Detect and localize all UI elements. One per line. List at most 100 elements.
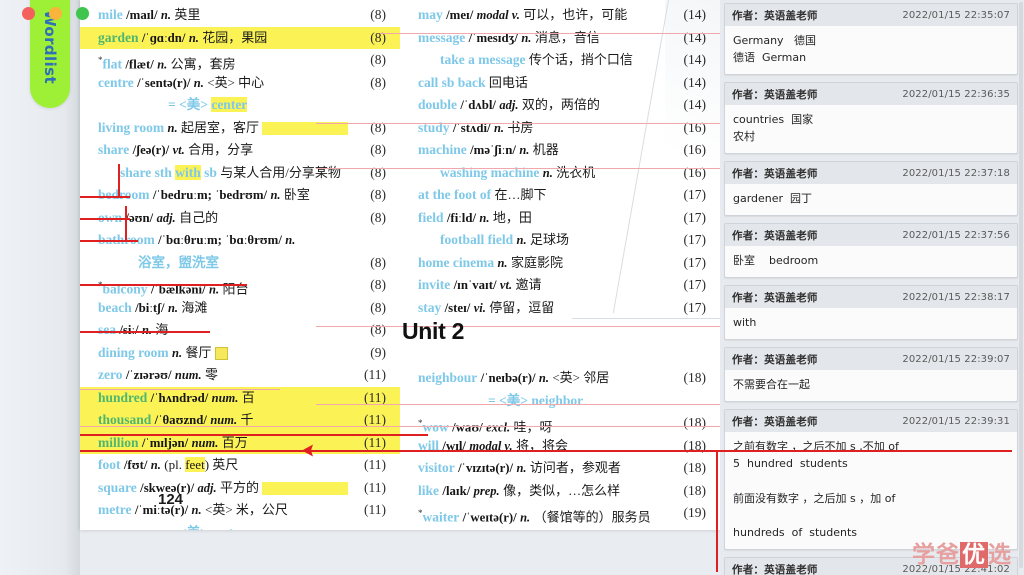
wordlist-entry[interactable]: foot /fʊt/ n. (pl. feet) 英尺 (11)	[80, 454, 400, 477]
entry-text: take a message 传个话，捎个口信	[440, 49, 633, 72]
comment-card[interactable]: 作者：英语盖老师 2022/01/15 22:36:35 countries 国家 …	[724, 82, 1018, 155]
close-button-icon[interactable]	[22, 7, 35, 20]
wordlist-entry[interactable]: dining room n. 餐厅 (9)	[80, 342, 400, 365]
comments-panel[interactable]: 作者：英语盖老师 2022/01/15 22:35:07 Germany 德国 德语…	[720, 0, 1024, 575]
wordlist-column-left: mile /maɪl/ n. 英里 (8) garden /ˈɡɑːdn/ n. 花…	[80, 0, 400, 530]
entry-text: sea /siː/ n. 海	[98, 319, 168, 342]
comment-body: 之前有数字 ，之后不加 s ,不加 of 5 hundred students …	[733, 440, 899, 539]
comments-panel-scrollbar[interactable]	[1019, 2, 1023, 568]
wordlist-entry[interactable]: zero /ˈzɪərəʊ/ num. 零 (11)	[80, 364, 400, 387]
entry-phonetic: /ˈmesɪdʒ/	[468, 30, 518, 45]
wordlist-entry[interactable]: take a message 传个话，捎个口信 (14)	[400, 49, 720, 72]
wordlist-entry[interactable]: study /ˈstʌdi/ n. 书房 (16)	[400, 117, 720, 140]
wordlist-entry[interactable]: message /ˈmesɪdʒ/ n. 消息，音信 (14)	[400, 27, 720, 50]
comment-card[interactable]: 作者：英语盖老师 2022/01/15 22:39:07 不需要合在一起	[724, 347, 1018, 403]
entry-page-ref: (11)	[364, 434, 386, 450]
wordlist-entry[interactable]: bathroom /ˈbɑːθruːm; ˈbɑːθrʊm/ n.	[80, 229, 400, 252]
comment-card[interactable]: 作者：英语盖老师 2022/01/15 22:38:17 with	[724, 285, 1018, 341]
wordlist-entry[interactable]: home cinema n. 家庭影院 (17)	[400, 252, 720, 275]
comment-card[interactable]: 作者：英语盖老师 2022/01/15 22:37:18 gardener 园丁	[724, 161, 1018, 217]
wordlist-entry[interactable]: football field n. 足球场 (17)	[400, 229, 720, 252]
wordlist-entry[interactable]: neighbour /ˈneɪbə(r)/ n. <英> 邻居 (18)	[400, 367, 720, 390]
wordlist-entry[interactable]: own /əʊn/ adj. 自己的 (8)	[80, 207, 400, 230]
wordlist-entry[interactable]: beach /biːtʃ/ n. 海滩 (8)	[80, 297, 400, 320]
wordlist-entry[interactable]: hundred /ˈhʌndrəd/ num. 百 (11)	[80, 386, 400, 409]
entry-page-ref: (8)	[370, 142, 386, 157]
entry-page-ref: (11)	[364, 367, 386, 382]
entry-part-of-speech: n.	[521, 30, 532, 45]
wordlist-entry[interactable]: square /skweə(r)/ adj. 平方的 (11)	[80, 477, 400, 500]
comment-card[interactable]: 作者：英语盖老师 2022/01/15 22:39:31 之前有数字 ，之后不加 s…	[724, 409, 1018, 550]
comment-body: with	[733, 316, 757, 330]
minimize-button-icon[interactable]	[49, 7, 62, 20]
wordlist-entry[interactable]: washing machine n. 洗衣机 (16)	[400, 162, 720, 185]
entry-phonetic: /ˈstʌdi/	[452, 120, 491, 135]
maximize-button-icon[interactable]	[76, 7, 89, 20]
comment-card[interactable]: 作者：英语盖老师 2022/01/15 22:37:56 卧室 bedroom	[724, 223, 1018, 279]
entry-phonetic: /laɪk/	[442, 483, 471, 498]
wordlist-entry[interactable]: million /ˈmɪljən/ num. 百万 (11)	[80, 431, 400, 454]
entry-part-of-speech: n.	[270, 188, 281, 202]
entry-definition: <英> 邻居	[552, 370, 610, 385]
wordlist-entry[interactable]: like /laɪk/ prep. 像，类似，…怎么样 (18)	[400, 480, 720, 503]
entry-phonetic: /ɪnˈvaɪt/	[453, 278, 497, 292]
wordlist-entry[interactable]: centre /ˈsentə(r)/ n. <英> 中心 (8)	[80, 72, 400, 95]
wordlist-entry[interactable]: = <美> meter	[80, 522, 400, 531]
wordlist-entry[interactable]: = <美> center	[80, 94, 400, 117]
entry-page-ref: (8)	[370, 322, 386, 337]
entry-headword: thousand	[98, 412, 152, 427]
wordlist-entry[interactable]: double /ˈdʌbl/ adj. 双的，两倍的 (14)	[400, 94, 720, 117]
comment-timestamp: 2022/01/15 22:35:07	[902, 10, 1010, 21]
entry-page-ref: (17)	[683, 254, 707, 270]
entry-headword: call sb back	[418, 74, 486, 90]
entry-text: share sth with sb 与某人合用/分享某物	[120, 162, 341, 185]
comment-body: 卧室 bedroom	[733, 254, 819, 268]
wordlist-entry[interactable]: at the foot of 在…脚下 (17)	[400, 184, 720, 207]
wordlist-entry[interactable]: *flat /flæt/ n. 公寓，套房 (8)	[80, 49, 400, 72]
wordlist-entry[interactable]: machine /məˈʃiːn/ n. 机器 (16)	[400, 139, 720, 162]
entry-headword: = <美> neighbor	[488, 392, 584, 408]
entry-definition: 海	[155, 322, 169, 337]
wordlist-entry[interactable]: visitor /ˈvɪzɪtə(r)/ n. 访问者，参观者 (18)	[400, 457, 720, 480]
entry-headword: like	[418, 482, 440, 498]
wordlist-entry[interactable]: garden /ˈɡɑːdn/ n. 花园，果园 (8)	[80, 26, 400, 49]
entry-part-of-speech: vt.	[499, 278, 513, 292]
entry-headword: bedroom	[98, 187, 150, 202]
entry-part-of-speech: adj.	[499, 98, 519, 112]
wordlist-entry[interactable]: *balcony /ˈbælkəni/ n. 阳台 (8)	[80, 274, 400, 297]
document-page[interactable]: mile /maɪl/ n. 英里 (8) garden /ˈɡɑːdn/ n. 花…	[80, 0, 720, 530]
wordlist-entry[interactable]: share /ʃeə(r)/ vt. 合用，分享 (8)	[80, 139, 400, 162]
comment-body: gardener 园丁	[733, 192, 813, 206]
wordlist-entry[interactable]: bedroom /ˈbedruːm; ˈbedrʊm/ n. 卧室 (8)	[80, 184, 400, 207]
wordlist-entry[interactable]: *waiter /ˈweɪtə(r)/ n. （餐馆等的）服务员 (19)	[400, 502, 720, 525]
wordlist-entry[interactable]: = <美> neighbor	[400, 390, 720, 413]
entry-page-ref: (16)	[683, 142, 707, 157]
entry-phonetic: /waʊ/	[452, 420, 483, 435]
entry-headword: will	[418, 437, 440, 453]
wordlist-entry[interactable]: will /wɪl/ modal v. 将，将会 (18)	[400, 435, 720, 458]
entry-definition: 阳台	[222, 281, 249, 297]
wordlist-entry[interactable]: share sth with sb 与某人合用/分享某物 (8)	[80, 162, 400, 185]
wordlist-entry[interactable]: *wow /waʊ/ excl. 哇，呀 (18)	[400, 412, 720, 435]
wordlist-entry[interactable]: mile /maɪl/ n. 英里 (8)	[80, 4, 400, 27]
wordlist-entry[interactable]: invite /ɪnˈvaɪt/ vt. 邀请 (17)	[400, 274, 720, 297]
wordlist-entry[interactable]: stay /steɪ/ vi. 停留，逗留 (17)	[400, 297, 720, 320]
wordlist-entry[interactable]: call sb back 回电话 (14)	[400, 72, 720, 95]
unit-heading: Unit 2	[402, 318, 465, 344]
wordlist-entry[interactable]: may /meɪ/ modal v. 可以，也许，可能 (14)	[400, 4, 720, 27]
entry-text: may /meɪ/ modal v. 可以，也许，可能	[418, 4, 627, 27]
entry-phonetic: /ˈbɑːθruːm; ˈbɑːθrʊm/	[158, 233, 282, 247]
wordlist-entry[interactable]: field /fiːld/ n. 地，田 (17)	[400, 207, 720, 230]
wordlist-entry[interactable]: metre /ˈmiːtə(r)/ n. <英> 米，公尺 (11)	[80, 499, 400, 522]
window-traffic-lights[interactable]	[22, 7, 89, 20]
comment-card[interactable]: 作者：英语盖老师 2022/01/15 22:35:07 Germany 德国 德语…	[724, 3, 1018, 76]
entry-text: metre /ˈmiːtə(r)/ n. <英> 米，公尺	[98, 499, 288, 522]
entry-page-ref: (18)	[683, 437, 707, 453]
comment-timestamp: 2022/01/15 22:39:31	[902, 416, 1010, 428]
entry-page-ref: (8)	[370, 254, 386, 270]
entry-part-of-speech: num.	[210, 413, 238, 427]
wordlist-entry[interactable]: thousand /ˈθaʊznd/ num. 千 (11)	[80, 409, 400, 432]
wordlist-entry[interactable]: 浴室，盥洗室 (8)	[80, 252, 400, 275]
wordlist-entry[interactable]: sea /siː/ n. 海 (8)	[80, 319, 400, 342]
wordlist-entry[interactable]: living room n. 起居室，客厅 (8)	[80, 117, 400, 140]
